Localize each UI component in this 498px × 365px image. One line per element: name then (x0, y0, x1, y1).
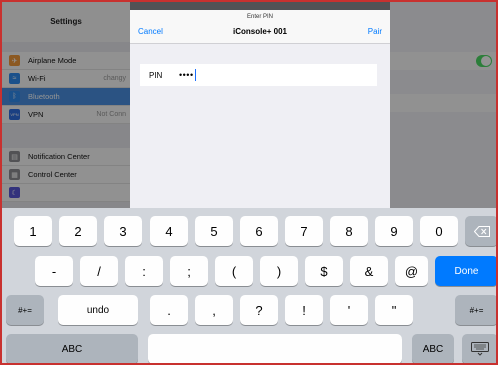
key-9[interactable]: 9 (375, 216, 413, 246)
key-6[interactable]: 6 (240, 216, 278, 246)
key-comma[interactable]: , (195, 295, 233, 325)
key-5[interactable]: 5 (195, 216, 233, 246)
pin-field[interactable]: PIN •••• (140, 64, 377, 86)
abc-key-left[interactable]: ABC (6, 334, 138, 363)
key-open-paren[interactable]: ( (215, 256, 253, 286)
key-apostrophe[interactable]: ' (330, 295, 368, 325)
key-ampersand[interactable]: & (350, 256, 388, 286)
key-close-paren[interactable]: ) (260, 256, 298, 286)
pin-dialog: Enter PIN iConsole+ 001 Cancel Pair PIN … (130, 10, 390, 208)
key-4[interactable]: 4 (150, 216, 188, 246)
pin-input[interactable]: •••• (179, 70, 194, 80)
dismiss-keyboard-key[interactable] (462, 334, 496, 363)
keyboard-dismiss-icon (471, 342, 489, 356)
undo-key[interactable]: undo (58, 295, 138, 325)
cancel-button[interactable]: Cancel (138, 27, 163, 36)
done-button[interactable]: Done (435, 256, 496, 286)
pair-button[interactable]: Pair (368, 27, 382, 36)
key-quote[interactable]: " (375, 295, 413, 325)
text-cursor (194, 69, 196, 81)
key-slash[interactable]: / (80, 256, 118, 286)
space-bar[interactable] (148, 334, 402, 363)
screen: Settings ✈ Airplane Mode ≈ Wi-Fi changy … (0, 0, 498, 365)
dialog-header: Enter PIN iConsole+ 001 Cancel Pair (130, 10, 390, 44)
pin-label: PIN (149, 70, 163, 80)
symbols-toggle-key-right[interactable]: #+= (455, 295, 496, 325)
keyboard: 1 2 3 4 5 6 7 8 9 0 - / : ; ( ) $ & @ Do… (2, 208, 496, 363)
key-8[interactable]: 8 (330, 216, 368, 246)
abc-key-right[interactable]: ABC (412, 334, 454, 363)
key-hyphen[interactable]: - (35, 256, 73, 286)
key-1[interactable]: 1 (14, 216, 52, 246)
key-7[interactable]: 7 (285, 216, 323, 246)
key-question[interactable]: ? (240, 295, 278, 325)
key-exclamation[interactable]: ! (285, 295, 323, 325)
backspace-key[interactable] (465, 216, 496, 246)
backspace-icon (473, 225, 490, 237)
key-period[interactable]: . (150, 295, 188, 325)
key-at[interactable]: @ (395, 256, 428, 286)
key-semicolon[interactable]: ; (170, 256, 208, 286)
key-colon[interactable]: : (125, 256, 163, 286)
dialog-prompt: Enter PIN (246, 14, 273, 20)
dialog-title: iConsole+ 001 (232, 27, 288, 36)
key-3[interactable]: 3 (104, 216, 142, 246)
symbols-toggle-key-left[interactable]: #+= (6, 295, 44, 325)
key-0[interactable]: 0 (420, 216, 458, 246)
key-2[interactable]: 2 (59, 216, 97, 246)
key-dollar[interactable]: $ (305, 256, 343, 286)
